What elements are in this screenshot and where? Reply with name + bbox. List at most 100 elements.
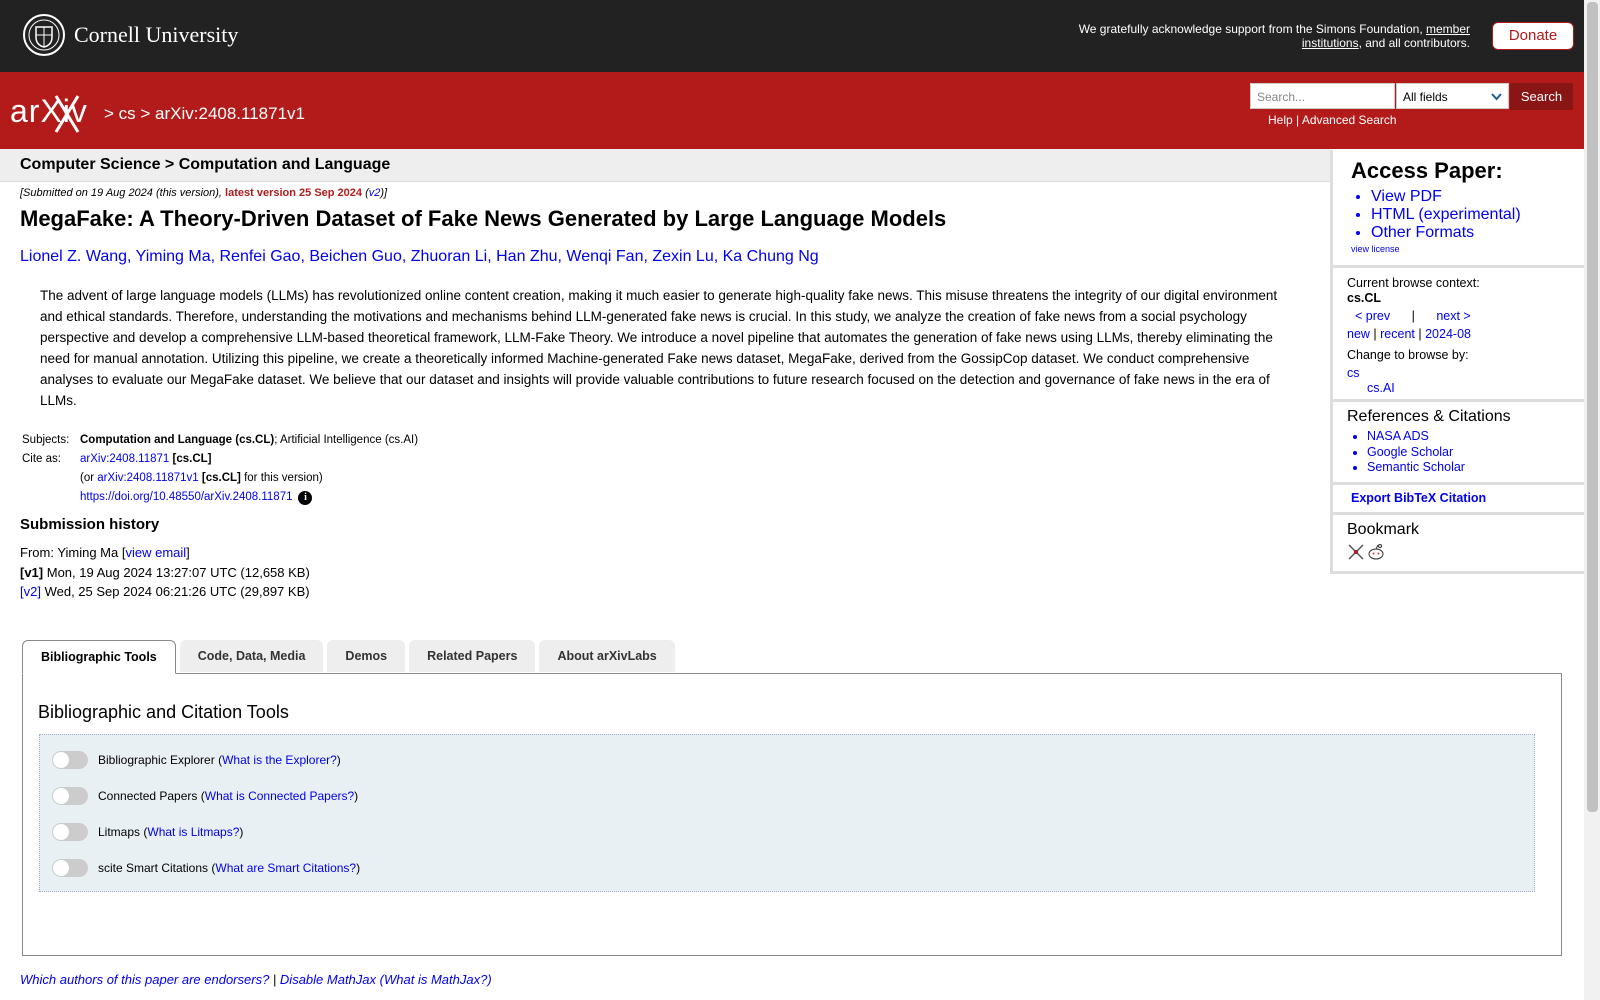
breadcrumb: > cs > arXiv:2408.11871v1	[104, 104, 305, 123]
recent-link[interactable]: recent	[1380, 327, 1415, 341]
latest-version-link[interactable]: latest version 25 Sep 2024	[225, 187, 362, 199]
tool-help-link[interactable]: What is Connected Papers?	[205, 789, 354, 803]
submission-history: From: Yiming Ma [view email] [v1] Mon, 1…	[20, 545, 310, 599]
subject-bar: Computer Science > Computation and Langu…	[0, 149, 1330, 182]
tab-about-arxivlabs[interactable]: About arXivLabs	[539, 640, 675, 672]
doi-link[interactable]: https://doi.org/10.48550/arXiv.2408.1187…	[80, 491, 292, 503]
tool-help-link[interactable]: What is Litmaps?	[147, 825, 239, 839]
access-paper-title: Access Paper:	[1351, 158, 1503, 183]
semantic-scholar-link[interactable]: Semantic Scholar	[1367, 460, 1570, 476]
author-link[interactable]: Renfei Gao	[220, 248, 301, 265]
google-scholar-link[interactable]: Google Scholar	[1367, 445, 1570, 461]
support-acknowledgement: We gratefully acknowledge support from t…	[1078, 22, 1470, 50]
endorsers-link[interactable]: Which authors of this paper are endorser…	[20, 972, 269, 987]
author-link[interactable]: Han Zhu	[496, 248, 557, 265]
prev-link[interactable]: < prev	[1355, 309, 1390, 323]
author-link[interactable]: Wenqi Fan	[566, 248, 643, 265]
primary-subject: Computation and Language (cs.CL)	[80, 434, 275, 446]
view-license-link[interactable]: view license	[1351, 244, 1570, 254]
v2-history-link[interactable]: [v2]	[20, 584, 41, 599]
labs-tabs: Bibliographic Tools Code, Data, Media De…	[22, 640, 679, 674]
cite-id-link[interactable]: arXiv:2408.11871	[80, 453, 169, 465]
tool-row: scite Smart Citations (What are Smart Ci…	[52, 859, 360, 877]
tool-help-link[interactable]: What is the Explorer?	[222, 753, 337, 767]
author-list: Lionel Z. Wang, Yiming Ma, Renfei Gao, B…	[20, 248, 819, 265]
next-link[interactable]: next >	[1436, 309, 1470, 323]
tab-panel: Bibliographic and Citation Tools Bibliog…	[22, 673, 1562, 956]
author-link[interactable]: Zhuoran Li	[411, 248, 488, 265]
toggle-switch[interactable]	[52, 859, 88, 877]
arxiv-logo[interactable]: arXiv	[10, 92, 102, 139]
submission-history-heading: Submission history	[20, 516, 160, 533]
author-link[interactable]: Yiming Ma	[136, 248, 211, 265]
other-formats-link[interactable]: Other Formats	[1371, 224, 1570, 242]
info-icon[interactable]: i	[298, 491, 313, 505]
export-bibtex-link[interactable]: Export BibTeX Citation	[1351, 491, 1570, 505]
author-link[interactable]: Zexin Lu	[652, 248, 713, 265]
help-link[interactable]: Help	[1268, 113, 1293, 127]
cornell-logo[interactable]: Cornell University	[22, 13, 238, 57]
disable-mathjax-link[interactable]: Disable MathJax	[280, 972, 376, 987]
subject-header: Computer Science > Computation and Langu…	[20, 156, 391, 173]
chevron-down-icon	[1491, 84, 1502, 120]
help-links: Help | Advanced Search	[1268, 113, 1397, 127]
reddit-icon[interactable]	[1367, 543, 1385, 566]
tool-help-link[interactable]: What are Smart Citations?	[215, 861, 356, 875]
sidebar: Access Paper: View PDF HTML (experimenta…	[1330, 150, 1584, 574]
tools-heading: Bibliographic and Citation Tools	[38, 702, 289, 722]
footer-links: Which authors of this paper are endorser…	[20, 972, 492, 987]
bookmark-box: Bookmark	[1330, 515, 1584, 574]
scrollbar-thumb[interactable]	[1587, 2, 1598, 812]
university-name: Cornell University	[74, 22, 239, 47]
arxiv-logo-icon: arXiv	[10, 93, 87, 133]
browse-csai-link[interactable]: cs.AI	[1367, 379, 1570, 397]
vertical-scrollbar[interactable]	[1584, 0, 1600, 1000]
new-link[interactable]: new	[1347, 327, 1370, 341]
subjects-label: Subjects:	[22, 434, 70, 446]
bookmark-title: Bookmark	[1347, 521, 1420, 538]
v1-label: [v1]	[20, 564, 44, 580]
tools-box: Bibliographic Explorer (What is the Expl…	[39, 734, 1535, 892]
toggle-switch[interactable]	[52, 751, 88, 769]
export-box: Export BibTeX Citation	[1330, 485, 1584, 515]
author-link[interactable]: Lionel Z. Wang	[20, 248, 127, 265]
search-field-select[interactable]: All fields	[1396, 83, 1509, 109]
browse-context-box: Current browse context: cs.CL < prev | n…	[1330, 268, 1584, 402]
bibsonomy-icon[interactable]	[1347, 543, 1365, 566]
cornell-seal-icon	[23, 14, 65, 56]
submission-date: [Submitted on 19 Aug 2024 (this version)…	[20, 187, 388, 199]
html-link[interactable]: HTML (experimental)	[1371, 206, 1570, 224]
tab-related-papers[interactable]: Related Papers	[409, 640, 536, 672]
view-email-link[interactable]: view email	[125, 545, 186, 560]
toggle-switch[interactable]	[52, 787, 88, 805]
paper-title: MegaFake: A Theory-Driven Dataset of Fak…	[20, 206, 947, 231]
metadata-table: Subjects: Computation and Language (cs.C…	[22, 434, 419, 505]
view-pdf-link[interactable]: View PDF	[1371, 188, 1570, 206]
access-paper-box: Access Paper: View PDF HTML (experimenta…	[1330, 150, 1584, 268]
abstract: The advent of large language models (LLM…	[40, 288, 1278, 408]
cite-version-link[interactable]: arXiv:2408.11871v1	[97, 472, 198, 484]
toggle-switch[interactable]	[52, 823, 88, 841]
nasa-ads-link[interactable]: NASA ADS	[1367, 429, 1570, 445]
tab-bibliographic-tools[interactable]: Bibliographic Tools	[22, 640, 176, 674]
donate-button[interactable]: Donate	[1492, 22, 1574, 50]
references-title: References & Citations	[1347, 408, 1511, 425]
tab-code-data-media[interactable]: Code, Data, Media	[179, 640, 324, 672]
tool-row: Litmaps (What is Litmaps?)	[52, 823, 243, 841]
advanced-search-link[interactable]: Advanced Search	[1302, 113, 1397, 127]
what-is-mathjax-link[interactable]: What is MathJax?	[384, 972, 487, 987]
breadcrumb-cs[interactable]: cs	[119, 104, 136, 123]
search-button[interactable]: Search	[1510, 83, 1573, 110]
search-input[interactable]: Search...	[1250, 83, 1395, 109]
author-link[interactable]: Beichen Guo	[309, 248, 402, 265]
references-box: References & Citations NASA ADS Google S…	[1330, 402, 1584, 485]
v2-link[interactable]: v2	[369, 187, 381, 199]
tool-row: Bibliographic Explorer (What is the Expl…	[52, 751, 341, 769]
author-link[interactable]: Ka Chung Ng	[723, 248, 819, 265]
tool-row: Connected Papers (What is Connected Pape…	[52, 787, 358, 805]
tab-demos[interactable]: Demos	[327, 640, 406, 672]
change-browse-label: Change to browse by:	[1347, 348, 1469, 362]
breadcrumb-paper-id: arXiv:2408.11871v1	[155, 104, 305, 123]
month-link[interactable]: 2024-08	[1425, 327, 1471, 341]
cite-label: Cite as:	[22, 453, 61, 465]
